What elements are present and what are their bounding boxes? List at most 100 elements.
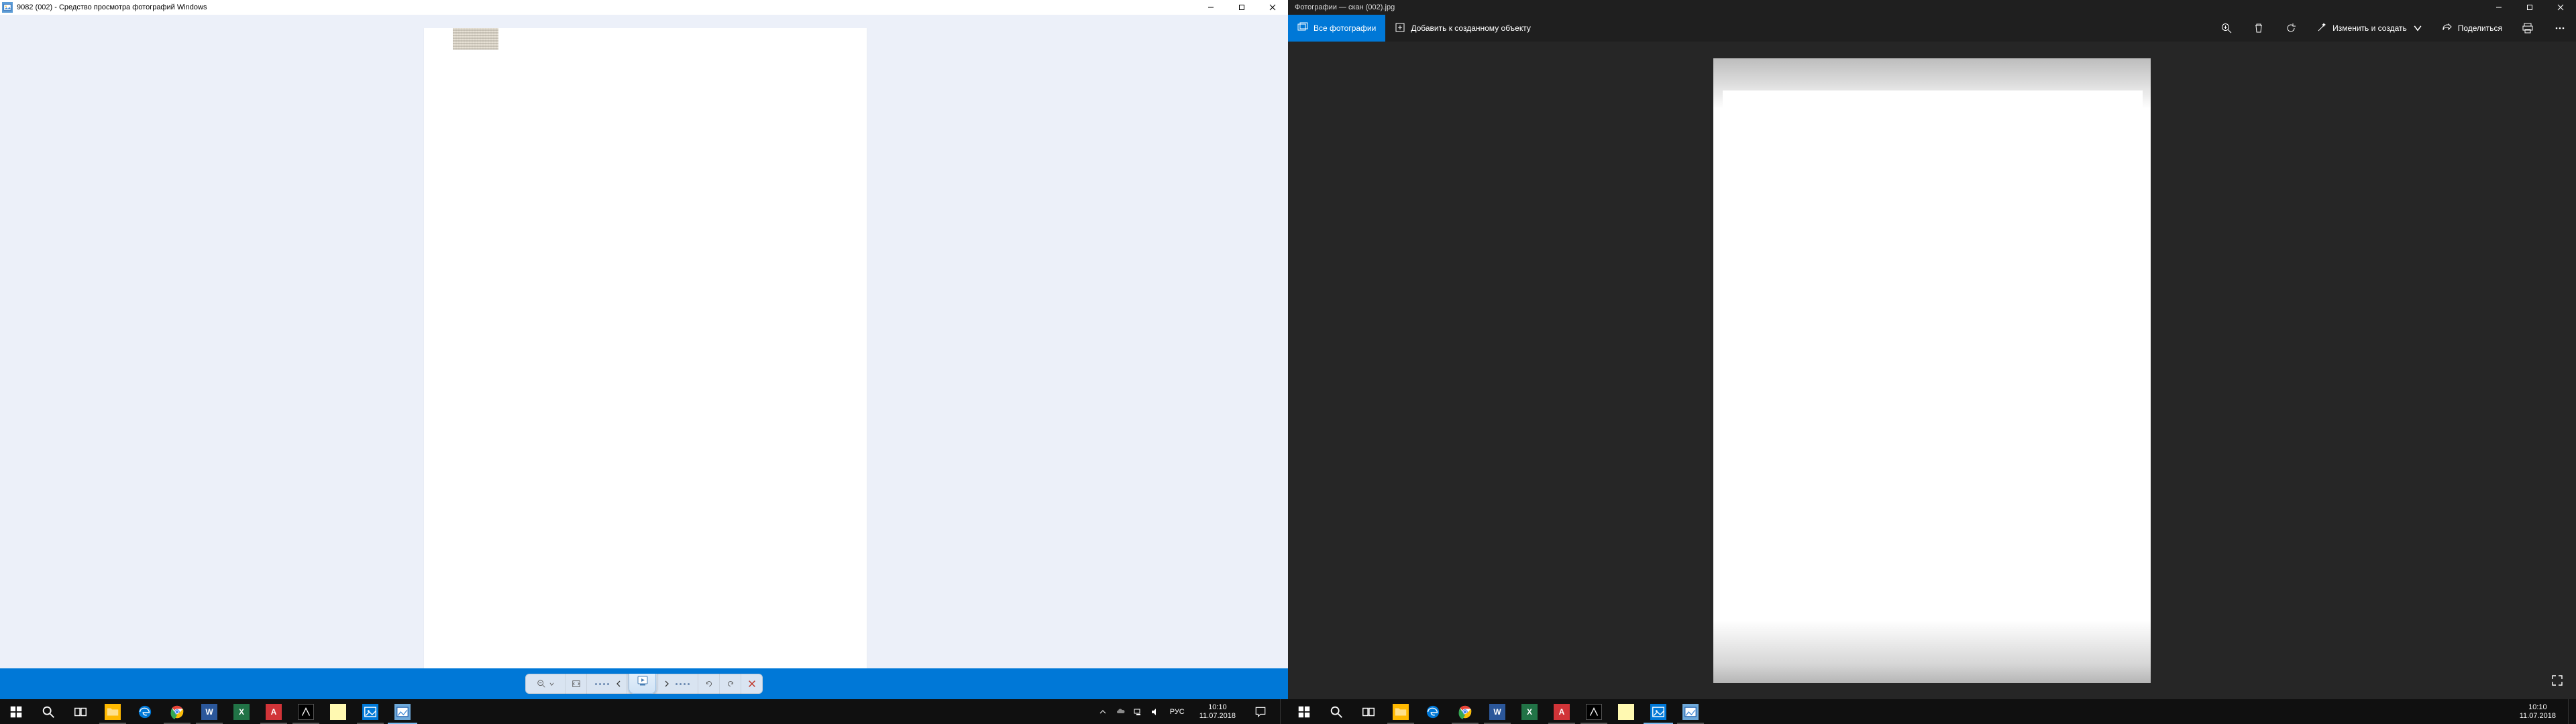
photos-title-text: Фотографии — скан (002).jpg — [1295, 3, 2483, 11]
add-icon — [1395, 22, 1405, 35]
system-tray: РУС 10:10 11.07.2018 — [1093, 699, 1288, 724]
add-to-creation-button[interactable]: Добавить к созданному объекту — [1385, 15, 1540, 42]
rotate-icon — [2285, 22, 2297, 34]
file-explorer-button[interactable] — [1385, 699, 1417, 724]
search-button[interactable] — [1320, 699, 1352, 724]
trash-icon — [2253, 22, 2265, 34]
volume-icon[interactable] — [1150, 707, 1161, 717]
sticky-icon — [1618, 704, 1634, 720]
slideshow-button[interactable] — [629, 674, 657, 694]
edge-button[interactable] — [129, 699, 161, 724]
file-explorer-button[interactable] — [97, 699, 129, 724]
close-button[interactable] — [2545, 0, 2576, 15]
word-button[interactable]: W — [1481, 699, 1513, 724]
wpv-controls-cluster — [525, 674, 763, 694]
more-icon — [2554, 22, 2566, 34]
task-view-button[interactable] — [64, 699, 97, 724]
edge-button[interactable] — [1417, 699, 1449, 724]
action-center-button[interactable] — [1248, 699, 1273, 724]
previous-button[interactable] — [587, 674, 627, 694]
tray-chevron-up-icon[interactable] — [1097, 707, 1108, 717]
dark-app-icon — [298, 704, 314, 720]
all-photos-button[interactable]: Все фотографии — [1288, 15, 1385, 42]
word-icon: W — [1489, 704, 1505, 720]
wpv-taskbar-button[interactable] — [386, 699, 419, 724]
sticky-icon — [330, 704, 346, 720]
language-indicator[interactable]: РУС — [1167, 708, 1187, 716]
more-button[interactable] — [2544, 15, 2576, 42]
minimize-button[interactable] — [1195, 0, 1226, 15]
clock-time: 10:10 — [1199, 703, 1236, 712]
excel-button[interactable]: X — [1513, 699, 1546, 724]
show-desktop-button[interactable] — [2568, 699, 2572, 724]
sticky-notes-button[interactable] — [322, 699, 354, 724]
word-icon: W — [201, 704, 217, 720]
excel-icon: X — [1521, 704, 1538, 720]
start-button[interactable] — [0, 699, 32, 724]
minimize-button[interactable] — [2483, 0, 2514, 15]
magic-icon — [2316, 22, 2327, 35]
photos-icon — [1650, 704, 1666, 720]
chrome-button[interactable] — [1449, 699, 1481, 724]
onedrive-icon[interactable] — [1115, 707, 1126, 717]
folder-icon — [1393, 704, 1409, 720]
photos-taskbar-button[interactable] — [354, 699, 386, 724]
next-button[interactable] — [658, 674, 698, 694]
zoom-button[interactable] — [2210, 15, 2243, 42]
wpv-titlebar: 9082 (002) - Средство просмотра фотограф… — [0, 0, 1288, 15]
fullscreen-button[interactable] — [2545, 668, 2569, 692]
delete-button[interactable] — [741, 674, 763, 694]
clock-time: 10:10 — [2520, 703, 2556, 712]
system-tray: 10:10 11.07.2018 — [2510, 699, 2576, 724]
share-label: Поделиться — [2458, 23, 2502, 33]
clock[interactable]: 10:10 11.07.2018 — [1194, 703, 1241, 720]
zoom-icon — [2220, 22, 2233, 34]
rotate-cw-button[interactable] — [720, 674, 741, 694]
wpv-icon — [1682, 704, 1699, 720]
rotate-ccw-button[interactable] — [698, 674, 720, 694]
windows-photo-viewer-window: 9082 (002) - Средство просмотра фотограф… — [0, 0, 1288, 699]
search-button[interactable] — [32, 699, 64, 724]
rotate-button[interactable] — [2275, 15, 2307, 42]
collection-icon — [1297, 22, 1308, 35]
folder-icon — [105, 704, 121, 720]
clock[interactable]: 10:10 11.07.2018 — [2514, 703, 2561, 720]
zoom-out-button[interactable] — [525, 674, 566, 694]
add-to-label: Добавить к созданному объекту — [1411, 23, 1531, 33]
photos-canvas — [1288, 42, 2576, 699]
dark-app-button[interactable] — [290, 699, 322, 724]
photos-icon — [362, 704, 378, 720]
wpv-scan-edge-artifact — [453, 28, 498, 50]
excel-button[interactable]: X — [225, 699, 258, 724]
chrome-button[interactable] — [161, 699, 193, 724]
all-photos-label: Все фотографии — [1313, 23, 1376, 33]
network-icon[interactable] — [1132, 707, 1143, 717]
print-button[interactable] — [2512, 15, 2544, 42]
photos-image-inner — [1723, 90, 2143, 621]
task-view-button[interactable] — [1352, 699, 1385, 724]
autocad-button[interactable]: A — [1546, 699, 1578, 724]
maximize-button[interactable] — [2514, 0, 2545, 15]
fit-to-window-button[interactable] — [566, 674, 587, 694]
wpv-image-page — [424, 28, 867, 668]
close-button[interactable] — [1257, 0, 1288, 15]
share-icon — [2442, 22, 2453, 35]
photos-taskbar-button[interactable] — [1642, 699, 1674, 724]
autocad-icon: A — [1554, 704, 1570, 720]
wpv-icon — [394, 704, 411, 720]
delete-button[interactable] — [2243, 15, 2275, 42]
wpv-taskbar-button[interactable] — [1674, 699, 1707, 724]
taskbar-right: W X A 10:10 11.07.2018 — [1288, 699, 2576, 724]
maximize-button[interactable] — [1226, 0, 1257, 15]
sticky-notes-button[interactable] — [1610, 699, 1642, 724]
word-button[interactable]: W — [193, 699, 225, 724]
photos-image-scan — [1713, 58, 2151, 683]
chevron-down-icon — [2412, 23, 2423, 34]
dark-app-icon — [1586, 704, 1602, 720]
start-button[interactable] — [1288, 699, 1320, 724]
edit-and-create-button[interactable]: Изменить и создать — [2307, 15, 2432, 42]
autocad-button[interactable]: A — [258, 699, 290, 724]
share-button[interactable]: Поделиться — [2432, 15, 2512, 42]
show-desktop-button[interactable] — [1280, 699, 1284, 724]
dark-app-button[interactable] — [1578, 699, 1610, 724]
